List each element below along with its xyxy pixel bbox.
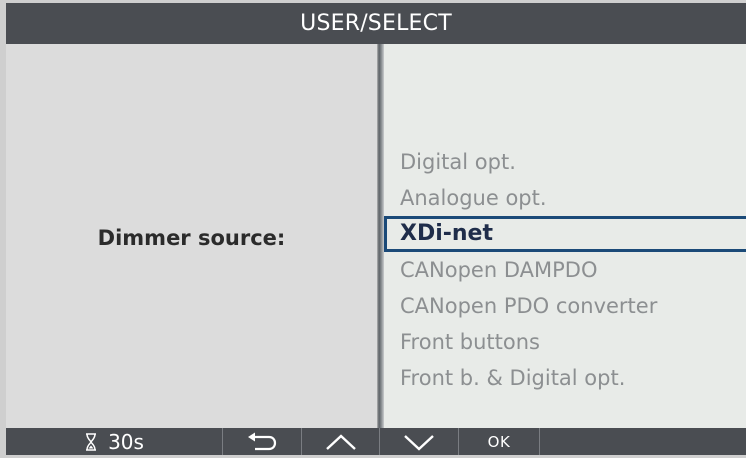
chevron-up-icon	[325, 433, 356, 450]
option-analogue[interactable]: Analogue opt.	[384, 180, 746, 216]
page-title: USER/SELECT	[6, 3, 746, 44]
option-list: Digital opt. Analogue opt. XDi-net CANop…	[384, 144, 746, 396]
down-button[interactable]	[380, 428, 459, 455]
ok-button[interactable]: OK	[459, 428, 540, 455]
hourglass-icon	[86, 432, 97, 451]
field-label: Dimmer source:	[97, 226, 286, 250]
timeout-indicator: 30s	[6, 428, 223, 455]
option-xdi-net-selected[interactable]: XDi-net	[384, 216, 746, 252]
option-canopen-dampdo[interactable]: CANopen DAMPDO	[384, 252, 746, 288]
option-front-digital[interactable]: Front b. & Digital opt.	[384, 360, 746, 396]
option-front-buttons[interactable]: Front buttons	[384, 324, 746, 360]
timeout-value: 30s	[108, 429, 144, 454]
up-button[interactable]	[302, 428, 380, 455]
left-pane: Dimmer source:	[6, 44, 377, 428]
softkey-bar: 30s OK	[6, 428, 746, 455]
ok-label: OK	[487, 432, 511, 451]
option-canopen-pdo-converter[interactable]: CANopen PDO converter	[384, 288, 746, 324]
chevron-down-icon	[404, 434, 434, 451]
option-digital[interactable]: Digital opt.	[384, 144, 746, 180]
option-panel: Digital opt. Analogue opt. XDi-net CANop…	[384, 44, 746, 428]
back-button[interactable]	[223, 428, 302, 455]
pane-divider	[377, 44, 384, 428]
display-screen: USER/SELECT Dimmer source: Digital opt. …	[6, 3, 746, 455]
back-arrow-icon	[248, 432, 277, 450]
